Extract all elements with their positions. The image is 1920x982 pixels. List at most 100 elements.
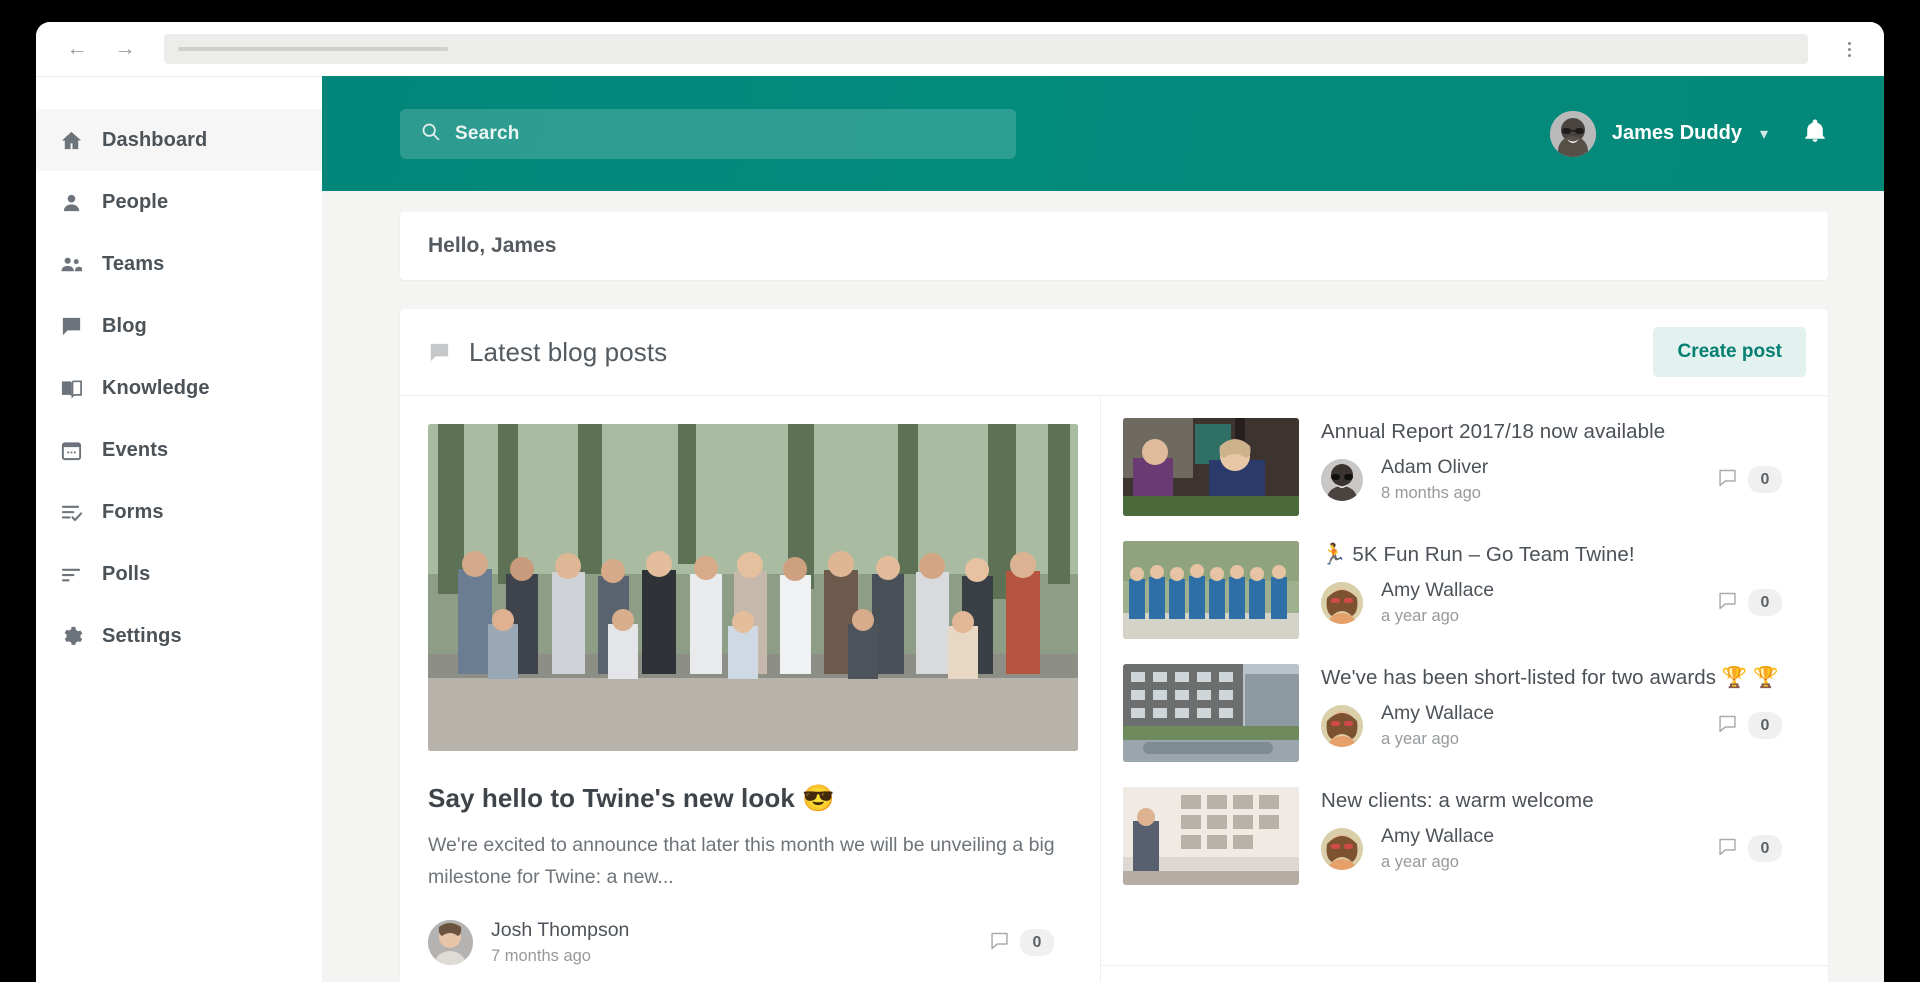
comment-count: 0 — [1748, 466, 1782, 493]
comment-count: 0 — [1020, 929, 1054, 957]
post-footer: Adam Oliver 8 months ago 0 — [1321, 456, 1800, 503]
sidebar-item-label: Knowledge — [102, 376, 210, 399]
featured-post-footer: Josh Thompson 7 months ago 0 — [428, 919, 1072, 966]
browser-window: ← → Dashboard People Teams Blog Knowledg… — [36, 22, 1884, 982]
avatar — [1321, 458, 1363, 501]
forward-icon[interactable]: → — [114, 38, 136, 60]
post-title[interactable]: New clients: a warm welcome — [1321, 789, 1800, 813]
address-bar[interactable] — [164, 34, 1808, 64]
avatar — [428, 920, 473, 966]
latest-blog-posts-card: Latest blog posts Create post Say hello … — [400, 309, 1828, 982]
sidebar-item-polls[interactable]: Polls — [36, 543, 322, 605]
sidebar-item-label: Polls — [102, 562, 151, 585]
content-area: Hello, James Latest blog posts Create po… — [322, 191, 1884, 982]
sidebar-item-knowledge[interactable]: Knowledge — [36, 357, 322, 419]
recent-posts-list: Annual Report 2017/18 now available Adam… — [1100, 395, 1828, 982]
author-name: Amy Wallace — [1381, 825, 1495, 847]
sidebar-item-dashboard[interactable]: Dashboard — [36, 109, 322, 171]
post-thumbnail — [1123, 541, 1299, 639]
back-icon[interactable]: ← — [66, 38, 88, 60]
topbar-right: James Duddy ▾ — [1549, 110, 1884, 157]
avatar — [1321, 581, 1363, 624]
post-time: a year ago — [1381, 853, 1459, 871]
search-input[interactable]: Search — [400, 108, 1016, 159]
author-name: Amy Wallace — [1381, 579, 1495, 601]
comment-count-group[interactable]: 0 — [1717, 712, 1800, 739]
post-content: We've has been short-listed for two awar… — [1321, 664, 1800, 762]
author-name: Adam Oliver — [1381, 456, 1489, 478]
post-thumbnail — [1123, 664, 1299, 762]
avatar — [1321, 827, 1363, 870]
create-post-button[interactable]: Create post — [1653, 327, 1806, 377]
calendar-icon — [58, 437, 84, 463]
sidebar: Dashboard People Teams Blog Knowledge Ev… — [36, 76, 322, 982]
all-posts-link[interactable]: All posts › — [1101, 965, 1828, 982]
sidebar-item-label: Settings — [102, 624, 182, 647]
sidebar-item-label: Forms — [102, 500, 164, 523]
comment-count-group[interactable]: 0 — [1717, 835, 1800, 862]
address-bar-placeholder-line — [178, 47, 448, 51]
list-item[interactable]: New clients: a warm welcome Amy Wallace — [1123, 787, 1800, 885]
bar-list-icon — [58, 561, 84, 587]
gear-icon — [58, 623, 84, 649]
chat-bubble-icon — [428, 341, 451, 364]
browser-chrome: ← → — [36, 22, 1884, 76]
comment-count-group[interactable]: 0 — [989, 929, 1072, 957]
bell-icon[interactable] — [1802, 118, 1828, 149]
kebab-menu-icon[interactable] — [1838, 41, 1860, 57]
people-group-icon — [58, 251, 84, 277]
card-body: Say hello to Twine's new look 😎 We're ex… — [400, 395, 1828, 982]
comment-icon — [1717, 713, 1738, 739]
comment-icon — [1717, 836, 1738, 862]
page-title: Latest blog posts — [469, 336, 668, 367]
card-header: Latest blog posts Create post — [400, 309, 1828, 395]
sidebar-item-label: Teams — [102, 252, 165, 275]
search-icon — [420, 121, 441, 147]
sidebar-item-settings[interactable]: Settings — [36, 605, 322, 667]
home-icon — [58, 127, 84, 153]
sidebar-item-blog[interactable]: Blog — [36, 295, 322, 357]
open-book-icon — [58, 375, 84, 401]
sidebar-item-label: Dashboard — [102, 128, 208, 151]
sidebar-item-people[interactable]: People — [36, 171, 322, 233]
sidebar-item-teams[interactable]: Teams — [36, 233, 322, 295]
browser-nav: ← → — [66, 38, 136, 60]
post-time: a year ago — [1381, 730, 1459, 748]
list-item[interactable]: We've has been short-listed for two awar… — [1123, 664, 1800, 762]
avatar — [1321, 704, 1363, 747]
comment-count: 0 — [1748, 712, 1782, 739]
sidebar-item-events[interactable]: Events — [36, 419, 322, 481]
author-name: Josh Thompson — [491, 919, 630, 942]
app-root: Dashboard People Teams Blog Knowledge Ev… — [36, 76, 1884, 982]
comment-count-group[interactable]: 0 — [1717, 589, 1800, 616]
greeting-text: Hello, James — [428, 234, 557, 257]
chevron-down-icon[interactable]: ▾ — [1760, 124, 1768, 144]
list-item[interactable]: 🏃 5K Fun Run – Go Team Twine! Amy Wallac… — [1123, 541, 1800, 639]
search-placeholder: Search — [455, 122, 520, 144]
post-title[interactable]: Annual Report 2017/18 now available — [1321, 420, 1800, 444]
user-name[interactable]: James Duddy — [1612, 122, 1742, 145]
sidebar-item-label: People — [102, 190, 169, 213]
post-content: 🏃 5K Fun Run – Go Team Twine! Amy Wallac… — [1321, 541, 1800, 639]
featured-post[interactable]: Say hello to Twine's new look 😎 We're ex… — [400, 395, 1100, 982]
comment-count: 0 — [1748, 589, 1782, 616]
greeting-card: Hello, James — [400, 212, 1828, 280]
comment-count-group[interactable]: 0 — [1717, 466, 1800, 493]
sidebar-item-forms[interactable]: Forms — [36, 481, 322, 543]
comment-icon — [1717, 590, 1738, 616]
post-footer: Amy Wallace a year ago 0 — [1321, 579, 1800, 626]
app-topbar: Search James Duddy ▾ — [322, 76, 1884, 191]
post-content: New clients: a warm welcome Amy Wallace — [1321, 787, 1800, 885]
post-thumbnail — [1123, 418, 1299, 516]
post-time: 8 months ago — [1381, 484, 1481, 502]
byline: Adam Oliver 8 months ago — [1381, 456, 1488, 503]
posts-container: Annual Report 2017/18 now available Adam… — [1101, 396, 1828, 965]
avatar[interactable] — [1549, 110, 1596, 157]
comment-icon — [989, 930, 1010, 956]
comment-icon — [1717, 467, 1738, 493]
list-item[interactable]: Annual Report 2017/18 now available Adam… — [1123, 418, 1800, 516]
post-title[interactable]: We've has been short-listed for two awar… — [1321, 666, 1800, 690]
featured-post-title[interactable]: Say hello to Twine's new look 😎 — [428, 783, 1072, 814]
post-title[interactable]: 🏃 5K Fun Run – Go Team Twine! — [1321, 543, 1800, 567]
chat-bubble-icon — [58, 313, 84, 339]
